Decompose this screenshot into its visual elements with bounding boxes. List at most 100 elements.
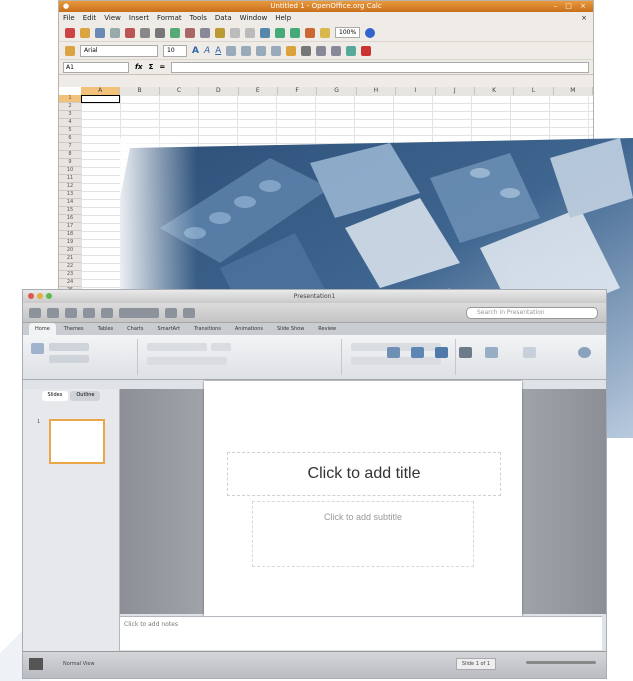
underline-icon[interactable]: A <box>215 46 221 56</box>
menu-window[interactable]: Window <box>240 12 268 24</box>
tab-outline[interactable]: Outline <box>70 391 101 401</box>
row-header[interactable]: 17 <box>59 223 81 231</box>
bold-icon[interactable]: A <box>192 46 199 56</box>
column-header[interactable]: A <box>81 87 121 95</box>
background-color-icon[interactable] <box>346 45 357 56</box>
font-size-dropdown[interactable] <box>211 343 231 351</box>
menu-edit[interactable]: Edit <box>83 12 97 24</box>
row-header[interactable]: 23 <box>59 271 81 279</box>
row-header[interactable]: 14 <box>59 199 81 207</box>
column-header[interactable]: D <box>199 87 239 95</box>
slide-show-icon[interactable] <box>578 347 591 358</box>
tab-review[interactable]: Review <box>312 323 342 335</box>
navigator-icon[interactable] <box>320 27 330 38</box>
function-wizard-icon[interactable]: fx <box>135 63 143 71</box>
zoom-icon[interactable] <box>183 307 195 318</box>
tab-smartart[interactable]: SmartArt <box>152 323 187 335</box>
row-header[interactable]: 8 <box>59 151 81 159</box>
save-icon[interactable] <box>65 307 77 318</box>
tab-themes[interactable]: Themes <box>58 323 90 335</box>
row-header[interactable]: 4 <box>59 119 81 127</box>
view-normal-icon[interactable] <box>29 658 43 670</box>
picture-icon[interactable] <box>411 347 424 358</box>
row-header[interactable]: 9 <box>59 159 81 167</box>
slide-canvas[interactable]: Click to add title Click to add subtitle <box>204 381 522 619</box>
row-header[interactable]: 7 <box>59 143 81 151</box>
notes-pane[interactable]: Click to add notes <box>120 616 602 650</box>
close-window-icon[interactable] <box>28 293 34 299</box>
arrange-icon[interactable] <box>485 347 498 358</box>
font-format-buttons[interactable] <box>147 357 227 365</box>
menu-tools[interactable]: Tools <box>190 12 207 24</box>
font-size-box[interactable]: 10 <box>163 44 187 57</box>
column-header[interactable]: I <box>396 87 436 95</box>
font-dropdown[interactable] <box>147 343 207 351</box>
percent-icon[interactable] <box>301 45 312 56</box>
text-box-icon[interactable] <box>387 347 400 358</box>
paste-icon[interactable] <box>215 27 225 38</box>
italic-icon[interactable]: A <box>204 46 210 56</box>
menu-file[interactable]: File <box>63 12 75 24</box>
column-header[interactable]: H <box>357 87 397 95</box>
media-icon[interactable] <box>165 307 177 318</box>
section-button[interactable] <box>49 355 89 363</box>
tab-home[interactable]: Home <box>29 323 56 335</box>
tab-slides[interactable]: Slides <box>41 391 69 401</box>
title-placeholder[interactable]: Click to add title <box>227 452 501 496</box>
column-header[interactable]: M <box>554 87 593 95</box>
tab-transitions[interactable]: Transitions <box>188 323 227 335</box>
row-header[interactable]: 19 <box>59 239 81 247</box>
tab-charts[interactable]: Charts <box>121 323 149 335</box>
spellcheck-icon[interactable] <box>170 27 180 38</box>
redo-icon[interactable] <box>245 27 255 38</box>
row-header[interactable]: 11 <box>59 175 81 183</box>
menu-data[interactable]: Data <box>215 12 232 24</box>
menu-insert[interactable]: Insert <box>129 12 149 24</box>
undo-icon[interactable] <box>101 307 113 318</box>
open-folder-icon[interactable] <box>80 27 90 38</box>
justify-icon[interactable] <box>271 45 282 56</box>
cut-icon[interactable] <box>185 27 195 38</box>
styles-icon[interactable] <box>65 45 75 56</box>
new-slide-icon[interactable] <box>31 343 44 354</box>
slide-thumbnail[interactable] <box>49 419 105 464</box>
hyperlink-icon[interactable] <box>260 27 270 38</box>
align-left-icon[interactable] <box>226 45 237 56</box>
zoom-window-icon[interactable] <box>46 293 52 299</box>
minimize-window-icon[interactable] <box>37 293 43 299</box>
indent-icon[interactable] <box>316 45 327 56</box>
quick-styles-icon[interactable] <box>523 347 536 358</box>
column-header[interactable]: K <box>475 87 515 95</box>
alignment-buttons[interactable] <box>351 357 441 365</box>
undo-icon[interactable] <box>230 27 240 38</box>
row-header[interactable]: 5 <box>59 127 81 135</box>
sort-ascending-icon[interactable] <box>275 27 285 38</box>
menu-view[interactable]: View <box>104 12 121 24</box>
row-header[interactable]: 2 <box>59 103 81 111</box>
open-icon[interactable] <box>47 307 59 318</box>
menu-format[interactable]: Format <box>157 12 182 24</box>
row-header[interactable]: 21 <box>59 255 81 263</box>
row-header[interactable]: 15 <box>59 207 81 215</box>
row-header[interactable]: 20 <box>59 247 81 255</box>
new-icon[interactable] <box>29 307 41 318</box>
column-header[interactable]: E <box>239 87 278 95</box>
sort-descending-icon[interactable] <box>290 27 300 38</box>
row-header[interactable]: 18 <box>59 231 81 239</box>
chart-icon[interactable] <box>305 27 315 38</box>
shape-icon[interactable] <box>435 347 448 358</box>
copy-icon[interactable] <box>200 27 210 38</box>
new-document-icon[interactable] <box>65 27 75 38</box>
row-header[interactable]: 3 <box>59 111 81 119</box>
tab-animations[interactable]: Animations <box>229 323 269 335</box>
close-document-icon[interactable]: × <box>581 12 587 24</box>
tab-tables[interactable]: Tables <box>92 323 120 335</box>
insert-picture-button[interactable] <box>119 307 159 318</box>
subtitle-placeholder[interactable]: Click to add subtitle <box>252 501 474 567</box>
font-name-box[interactable]: Arial <box>80 44 158 57</box>
font-color-icon[interactable] <box>361 45 372 56</box>
print-icon[interactable] <box>83 307 95 318</box>
save-icon[interactable] <box>95 27 105 38</box>
column-header[interactable]: J <box>436 87 475 95</box>
export-pdf-icon[interactable] <box>125 27 135 38</box>
